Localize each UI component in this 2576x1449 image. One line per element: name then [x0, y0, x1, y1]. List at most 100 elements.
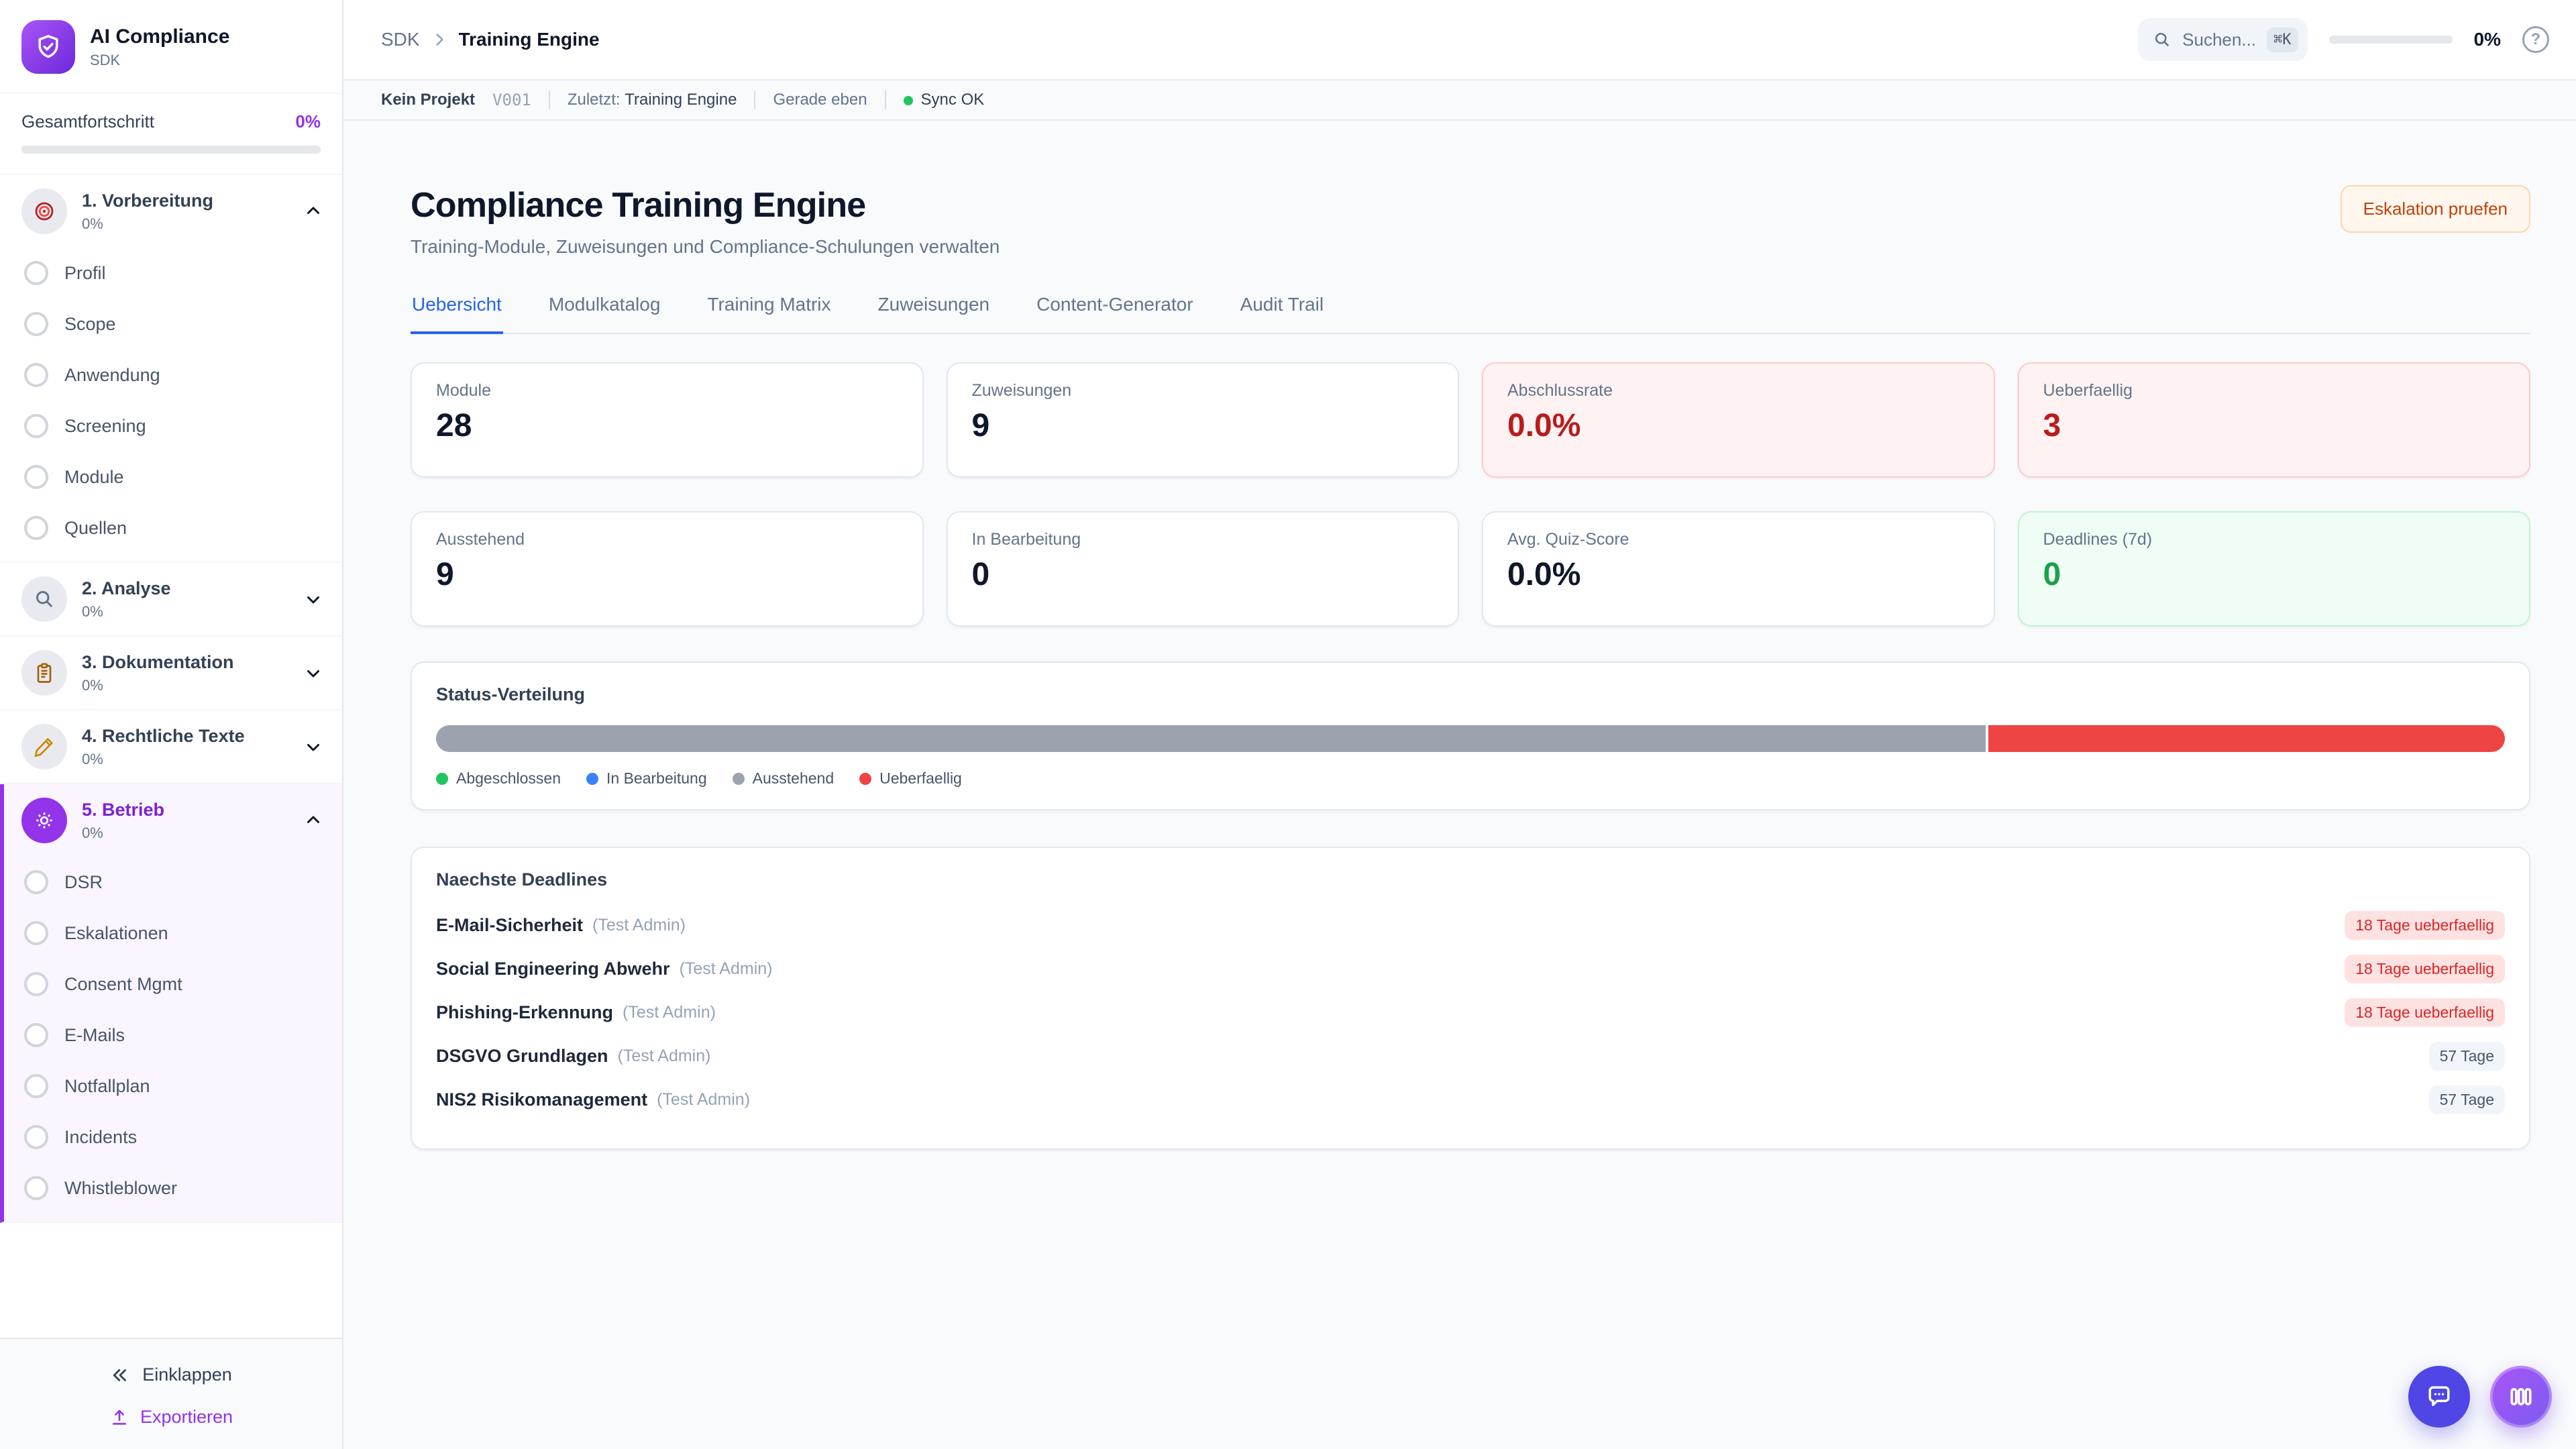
chat-bubble-icon	[2424, 1382, 2454, 1411]
status-distribution-panel: Status-Verteilung Abgeschlossen In Bearb…	[411, 661, 2530, 810]
deadline-row: NIS2 Risikomanagement (Test Admin) 57 Ta…	[436, 1078, 2505, 1122]
sync-status-icon	[904, 96, 913, 105]
bar-segment-ausstehend	[436, 725, 1986, 752]
page-content: Compliance Training Engine Training-Modu…	[343, 121, 2576, 1449]
section-header-betrieb[interactable]: 5. Betrieb 0%	[4, 784, 342, 857]
sidebar-section-dokumentation: 3. Dokumentation 0%	[0, 637, 342, 710]
sidebar-item-incidents[interactable]: Incidents	[4, 1112, 342, 1163]
pencil-icon	[21, 724, 67, 769]
step-status-icon	[24, 414, 48, 438]
panels-button[interactable]	[2490, 1366, 2552, 1428]
breadcrumb: SDK Training Engine	[381, 29, 600, 50]
shield-check-icon	[34, 32, 63, 62]
main-column: SDK Training Engine Suchen... ⌘K 0% ?	[343, 0, 2576, 1449]
step-status-icon	[24, 261, 48, 285]
sync-status: Sync OK	[921, 91, 985, 109]
topbar: SDK Training Engine Suchen... ⌘K 0% ?	[343, 0, 2576, 79]
tab-modulkatalog[interactable]: Modulkatalog	[547, 294, 662, 334]
sidebar-section-betrieb: 5. Betrieb 0% DSR Eskalationen Consent M…	[0, 784, 342, 1223]
sidebar-item-dsr[interactable]: DSR	[4, 857, 342, 908]
sidebar-nav: 1. Vorbereitung 0% Profil Scope Anwendun…	[0, 175, 342, 1338]
step-status-icon	[24, 312, 48, 336]
overall-progress-label: Gesamtfortschritt	[21, 111, 154, 132]
search-input[interactable]: Suchen... ⌘K	[2138, 18, 2307, 61]
sidebar-item-profil[interactable]: Profil	[0, 248, 342, 299]
sidebar: AI Compliance SDK Gesamtfortschritt 0%	[0, 0, 343, 1449]
stat-card-module: Module 28	[411, 362, 924, 478]
sidebar-item-quellen[interactable]: Quellen	[0, 502, 342, 553]
tab-content-generator[interactable]: Content-Generator	[1035, 294, 1194, 334]
breadcrumb-current: Training Engine	[459, 29, 600, 50]
last-value: Training Engine	[625, 91, 737, 109]
sidebar-item-anwendung[interactable]: Anwendung	[0, 350, 342, 400]
search-icon	[2153, 30, 2171, 49]
overall-progress-value: 0%	[295, 111, 321, 132]
chat-button[interactable]	[2408, 1366, 2470, 1428]
sidebar-item-screening[interactable]: Screening	[0, 400, 342, 451]
sidebar-item-module[interactable]: Module	[0, 451, 342, 502]
bar-segment-ueberfaellig	[1988, 725, 2505, 752]
overdue-badge: 18 Tage ueberfaellig	[2345, 955, 2505, 983]
chevron-down-icon	[303, 589, 323, 609]
export-button[interactable]: Exportieren	[21, 1395, 321, 1430]
check-escalation-button[interactable]: Eskalation pruefen	[2341, 185, 2530, 233]
sidebar-item-consent-mgmt[interactable]: Consent Mgmt	[4, 959, 342, 1010]
tab-zuweisungen[interactable]: Zuweisungen	[877, 294, 991, 334]
sidebar-section-analyse: 2. Analyse 0%	[0, 563, 342, 637]
deadline-row: DSGVO Grundlagen (Test Admin) 57 Tage	[436, 1034, 2505, 1078]
deadline-row: E-Mail-Sicherheit (Test Admin) 18 Tage u…	[436, 904, 2505, 947]
target-icon	[21, 189, 67, 234]
tab-bar: Uebersicht Modulkatalog Training Matrix …	[411, 294, 2530, 334]
app-logo	[21, 20, 75, 74]
due-badge: 57 Tage	[2429, 1042, 2505, 1071]
tab-audit-trail[interactable]: Audit Trail	[1239, 294, 1326, 334]
sidebar-footer: Einklappen Exportieren	[0, 1338, 342, 1449]
section-label: 1. Vorbereitung	[82, 190, 213, 213]
step-status-icon	[24, 1023, 48, 1047]
sidebar-item-eskalationen[interactable]: Eskalationen	[4, 908, 342, 959]
sidebar-item-notfallplan[interactable]: Notfallplan	[4, 1061, 342, 1112]
stat-card-in-bearbeitung: In Bearbeitung 0	[947, 511, 1460, 627]
search-shortcut-badge: ⌘K	[2267, 28, 2298, 52]
section-header-analyse[interactable]: 2. Analyse 0%	[0, 563, 342, 635]
overall-progress-bar	[21, 146, 321, 154]
step-status-icon	[24, 465, 48, 489]
status-bar: Kein Projekt V001 Zuletzt: Training Engi…	[343, 79, 2576, 121]
last-saved-time: Gerade eben	[773, 91, 867, 109]
question-circle-icon[interactable]: ?	[2522, 26, 2549, 53]
next-deadlines-panel: Naechste Deadlines E-Mail-Sicherheit (Te…	[411, 847, 2530, 1150]
app-window: AI Compliance SDK Gesamtfortschritt 0%	[0, 0, 2576, 1449]
collapse-sidebar-button[interactable]: Einklappen	[21, 1355, 321, 1395]
legend-dot-abgeschlossen	[436, 773, 448, 785]
deadline-row: Social Engineering Abwehr (Test Admin) 1…	[436, 947, 2505, 991]
stat-card-zuweisungen: Zuweisungen 9	[947, 362, 1460, 478]
tab-uebersicht[interactable]: Uebersicht	[411, 294, 503, 334]
step-status-icon	[24, 972, 48, 996]
section-header-dokumentation[interactable]: 3. Dokumentation 0%	[0, 637, 342, 709]
sidebar-item-emails[interactable]: E-Mails	[4, 1010, 342, 1061]
search-placeholder: Suchen...	[2182, 30, 2256, 50]
step-status-icon	[24, 516, 48, 540]
legend-dot-ausstehend	[733, 773, 745, 785]
breadcrumb-root[interactable]: SDK	[381, 29, 420, 50]
section-header-vorbereitung[interactable]: 1. Vorbereitung 0%	[0, 175, 342, 248]
deadline-row: Phishing-Erkennung (Test Admin) 18 Tage …	[436, 991, 2505, 1034]
header-progress-bar	[2329, 36, 2453, 44]
stat-card-deadlines-7d: Deadlines (7d) 0	[2018, 511, 2531, 627]
tab-training-matrix[interactable]: Training Matrix	[706, 294, 832, 334]
status-distribution-title: Status-Verteilung	[436, 684, 2505, 705]
sidebar-item-scope[interactable]: Scope	[0, 299, 342, 350]
section-header-rechtliche-texte[interactable]: 4. Rechtliche Texte 0%	[0, 710, 342, 783]
sidebar-item-whistleblower[interactable]: Whistleblower	[4, 1163, 342, 1214]
status-distribution-bar	[436, 725, 2505, 752]
overdue-badge: 18 Tage ueberfaellig	[2345, 911, 2505, 940]
step-status-icon	[24, 921, 48, 945]
stat-card-ueberfaellig: Ueberfaellig 3	[2018, 362, 2531, 478]
page-title: Compliance Training Engine	[411, 185, 1000, 225]
step-status-icon	[24, 1125, 48, 1149]
step-status-icon	[24, 1074, 48, 1098]
stat-card-quiz-score: Avg. Quiz-Score 0.0%	[1482, 511, 1995, 627]
double-chevron-left-icon	[110, 1365, 130, 1385]
chevron-up-icon	[303, 810, 323, 830]
sidebar-header: AI Compliance SDK	[0, 0, 342, 94]
